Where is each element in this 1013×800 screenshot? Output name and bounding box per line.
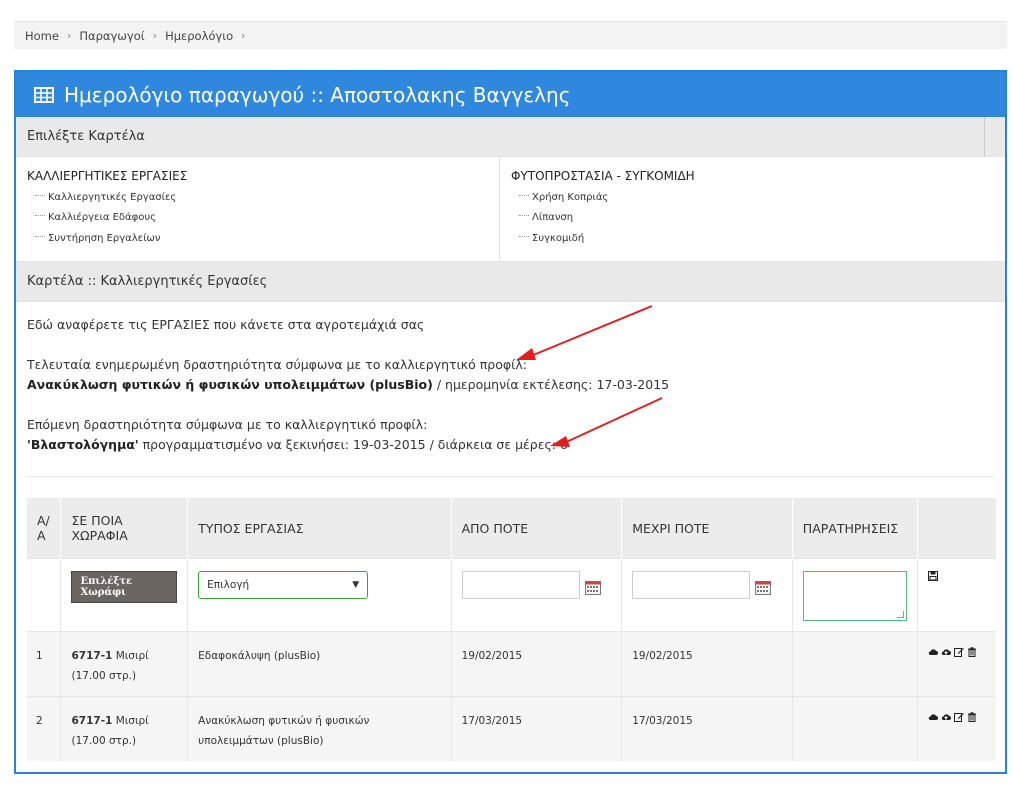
cell-from: 19/02/2015	[451, 631, 623, 697]
edit-icon[interactable]	[953, 647, 964, 657]
cloud-icon[interactable]	[928, 712, 938, 722]
edit-icon[interactable]	[953, 712, 964, 722]
table-row[interactable]: 2 6717-1 Μισιρί (17.00 στρ.) Ανακύκλωση …	[27, 696, 996, 761]
next-activity-name: 'Βλαστολόγημα'	[27, 437, 139, 452]
breadcrumb-separator: ›	[241, 29, 246, 42]
card-categories: ΚΑΛΛΙΕΡΓΗΤΙΚΕΣ ΕΡΓΑΣΙΕΣ Καλλιεργητικές Ε…	[16, 157, 1005, 262]
cell-type: Εδαφοκάλυψη (plusBio)	[187, 631, 452, 697]
annotation-arrow	[516, 305, 653, 360]
diary-panel: Ημερολόγιο παραγωγού :: Αποστολακης Βαγγ…	[14, 70, 1007, 774]
col-header-type: ΤΥΠΟΣ ΕΡΓΑΣΙΑΣ	[187, 498, 452, 559]
col-header-actions	[917, 498, 996, 559]
trash-icon[interactable]	[967, 647, 977, 657]
breadcrumb-producers[interactable]: Παραγωγοί	[79, 29, 144, 43]
task-type-select[interactable]: Επιλογή ▼	[198, 571, 369, 599]
category-title: ΦΥΤΟΠΡΟΣΤΑΣΙΑ - ΣΥΓΚΟΜΙΔΗ	[511, 169, 695, 183]
card-link-harvest[interactable]: Συγκομιδή	[511, 228, 1005, 249]
card-link-manure[interactable]: Χρήση Κοπριάς	[511, 187, 1005, 208]
resize-handle-icon[interactable]	[896, 611, 904, 618]
panel-header: Ημερολόγιο παραγωγού :: Αποστολακης Βαγγ…	[16, 72, 1005, 117]
cell-to: 17/03/2015	[621, 696, 793, 761]
notes-textarea[interactable]	[802, 571, 907, 621]
cell-notes	[792, 631, 918, 697]
card-section-title: Καρτέλα :: Καλλιεργητικές Εργασίες	[27, 274, 268, 289]
category-protection-harvest: ΦΥΤΟΠΡΟΣΤΑΣΙΑ - ΣΥΓΚΟΜΙΔΗ Χρήση Κοπριάς …	[500, 157, 1005, 261]
trash-icon[interactable]	[967, 712, 977, 722]
tasks-table: Α/Α ΣΕ ΠΟΙΑ ΧΩΡΑΦΙΑ ΤΥΠΟΣ ΕΡΓΑΣΙΑΣ ΑΠΟ ΠΟ…	[27, 498, 996, 761]
table-row[interactable]: 1 6717-1 Μισιρί (17.00 στρ.) Εδαφοκάλυψη…	[27, 631, 996, 697]
breadcrumb-home[interactable]: Home	[25, 29, 59, 43]
cell-field: 6717-1 Μισιρί (17.00 στρ.)	[60, 696, 189, 761]
last-activity-name: Ανακύκλωση φυτικών ή φυσικών υπολειμμάτω…	[27, 377, 433, 392]
next-activity-line: 'Βλαστολόγημα' προγραμματισμένο να ξεκιν…	[27, 435, 994, 455]
breadcrumb-diary[interactable]: Ημερολόγιο	[165, 29, 233, 43]
to-date-input[interactable]	[632, 571, 751, 599]
category-title: ΚΑΛΛΙΕΡΓΗΤΙΚΕΣ ΕΡΓΑΣΙΕΣ	[27, 169, 188, 183]
select-card-label: Επιλέξτε Καρτέλα	[27, 129, 145, 144]
card-link-soil-cultivation[interactable]: Καλλιέργεια Εδάφους	[27, 208, 499, 229]
activity-info: Εδώ αναφέρετε τις ΕΡΓΑΣΙΕΣ που κάνετε στ…	[16, 302, 1005, 472]
col-header-notes: ΠΑΡΑΤΗΡΗΣΕΙΣ	[792, 498, 918, 559]
card-link-tool-maintenance[interactable]: Συντήρηση Εργαλείων	[27, 228, 499, 249]
category-cultivation: ΚΑΛΛΙΕΡΓΗΤΙΚΕΣ ΕΡΓΑΣΙΕΣ Καλλιεργητικές Ε…	[16, 157, 500, 261]
cell-field: 6717-1 Μισιρί (17.00 στρ.)	[60, 631, 189, 697]
cell-actions	[917, 696, 996, 761]
calendar-icon[interactable]	[755, 581, 772, 595]
cell-num: 1	[27, 631, 62, 697]
next-activity-label: Επόμενη δραστηριότητα σύμφωνα με το καλλ…	[27, 417, 428, 432]
select-field-button[interactable]: Επιλέξτε Χωράφι	[71, 571, 178, 603]
new-entry-row: Επιλέξτε Χωράφι Επιλογή ▼	[27, 558, 996, 632]
cloud-upload-icon[interactable]	[941, 712, 951, 722]
col-header-field: ΣΕ ΠΟΙΑ ΧΩΡΑΦΙΑ	[60, 498, 189, 559]
breadcrumb-separator: ›	[66, 29, 72, 42]
cell-num: 2	[27, 696, 62, 761]
cell-from: 17/03/2015	[451, 696, 623, 761]
cell-actions	[917, 631, 996, 697]
card-link-cultivation-tasks[interactable]: Καλλιεργητικές Εργασίες	[27, 187, 499, 208]
cell-type: Ανακύκλωση φυτικών ή φυσικών υπολειμμάτω…	[187, 696, 452, 761]
cloud-icon[interactable]	[928, 647, 938, 657]
col-header-to: ΜΕΧΡΙ ΠΟΤΕ	[621, 498, 793, 559]
dropdown-caret-icon: ▼	[352, 580, 360, 590]
annotation-arrow	[550, 397, 663, 447]
bar-end-block	[984, 117, 1005, 157]
divider	[27, 476, 994, 477]
page-title: Ημερολόγιο παραγωγού :: Αποστολακης Βαγγ…	[64, 82, 571, 107]
calendar-icon[interactable]	[584, 581, 601, 595]
save-icon[interactable]	[927, 571, 938, 581]
card-link-fertilization[interactable]: Λίπανση	[511, 208, 1005, 229]
table-grid-icon	[34, 86, 54, 103]
cloud-upload-icon[interactable]	[941, 647, 951, 657]
col-header-aa: Α/Α	[27, 498, 62, 559]
select-card-bar: Επιλέξτε Καρτέλα	[16, 117, 1005, 157]
from-date-input[interactable]	[461, 571, 580, 599]
next-activity-info: προγραμματισμένο να ξεκινήσει: 19-03-201…	[138, 437, 568, 452]
last-activity-line: Ανακύκλωση φυτικών ή φυσικών υπολειμμάτω…	[27, 375, 994, 395]
col-header-from: ΑΠΟ ΠΟΤΕ	[451, 498, 623, 559]
card-section-bar: Καρτέλα :: Καλλιεργητικές Εργασίες	[16, 262, 1005, 302]
cell-to: 19/02/2015	[621, 631, 793, 697]
cell-notes	[792, 696, 918, 761]
table-header-row: Α/Α ΣΕ ΠΟΙΑ ΧΩΡΑΦΙΑ ΤΥΠΟΣ ΕΡΓΑΣΙΑΣ ΑΠΟ ΠΟ…	[27, 498, 996, 559]
breadcrumb: Home › Παραγωγοί › Ημερολόγιο ›	[14, 21, 1007, 49]
breadcrumb-separator: ›	[152, 29, 158, 42]
last-activity-date: / ημερομηνία εκτέλεσης: 17-03-2015	[432, 377, 670, 392]
